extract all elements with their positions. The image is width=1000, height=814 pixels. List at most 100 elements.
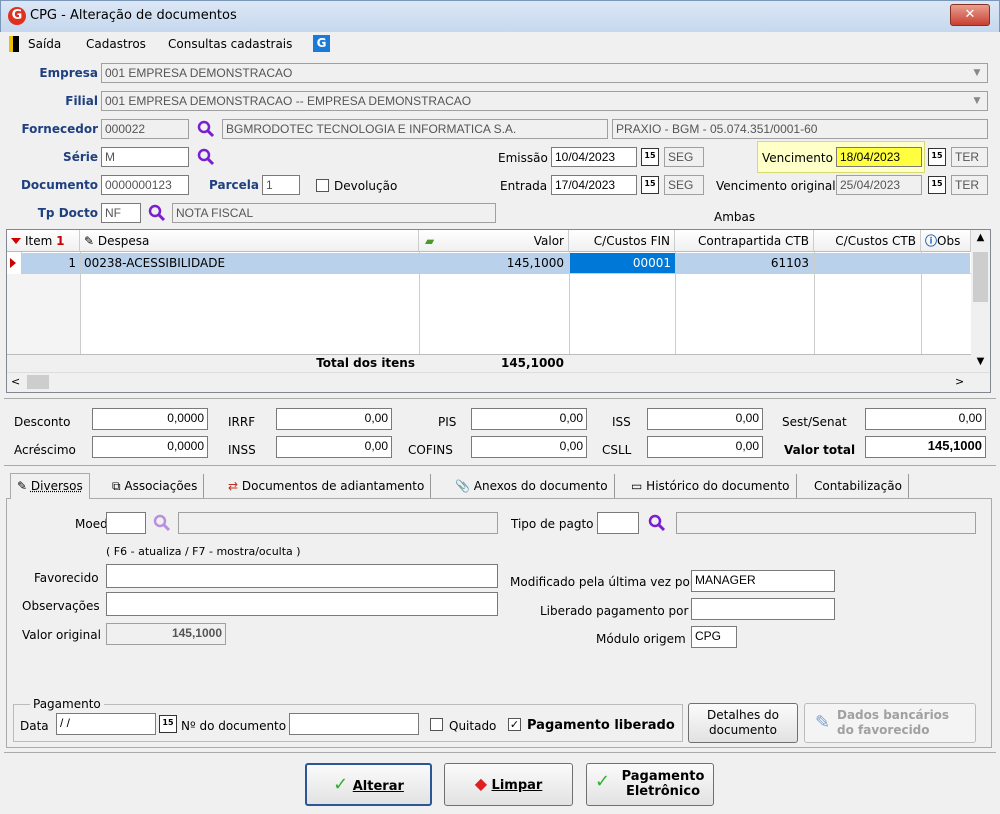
doctype-search-icon[interactable]	[148, 204, 166, 222]
electronic-payment-button[interactable]: ✓ Pagamento Eletrônico	[586, 763, 714, 806]
grid-line	[814, 252, 815, 354]
horizontal-scrollbar[interactable]	[7, 372, 990, 392]
installment-label: Parcela	[209, 178, 259, 192]
scroll-up-icon[interactable]: ▲	[971, 232, 990, 243]
tab-associations[interactable]: ⧉ Associações	[106, 474, 205, 498]
menu-registers[interactable]: Cadastros	[86, 37, 146, 51]
currency-input[interactable]	[106, 512, 146, 534]
released-label: Pagamento liberado	[527, 718, 675, 733]
pis-label: PIS	[438, 415, 457, 429]
vertical-scroll-thumb[interactable]	[973, 252, 988, 302]
company-select[interactable]: 001 EMPRESA DEMONSTRACAO	[101, 63, 988, 83]
col-ccctb-header[interactable]: C/Custos CTB	[814, 230, 921, 252]
check-icon: ✓	[595, 771, 611, 792]
due-date-input[interactable]: 18/04/2023	[836, 147, 922, 167]
issue-date-input[interactable]: 10/04/2023	[551, 147, 637, 167]
scroll-left-icon[interactable]: <	[11, 375, 20, 388]
irrf-label: IRRF	[228, 415, 256, 429]
addition-input[interactable]: 0,0000	[92, 436, 208, 458]
payment-type-label: Tipo de pagto	[511, 517, 594, 531]
csll-label: CSLL	[602, 443, 632, 457]
scroll-down-icon[interactable]: ▼	[971, 356, 990, 367]
payment-calendar-icon[interactable]: 15	[159, 715, 177, 733]
cell-item[interactable]: 1	[21, 256, 76, 270]
entry-calendar-icon[interactable]: 15	[641, 176, 659, 194]
document-input[interactable]: 0000000123	[101, 175, 189, 195]
menu-exit[interactable]: Saída	[28, 37, 61, 51]
company-chevron-down-icon[interactable]: ▼	[969, 64, 985, 82]
payment-type-search-icon[interactable]	[648, 514, 666, 532]
window-title: CPG - Alteração de documentos	[30, 8, 237, 23]
grid-row-line	[21, 273, 971, 274]
docnum-label: Nº do documento	[181, 719, 287, 733]
payment-type-input[interactable]	[597, 512, 639, 534]
paid-checkbox[interactable]	[430, 718, 443, 731]
cell-ccfin[interactable]: 00001	[569, 253, 675, 273]
notes-input[interactable]	[106, 592, 498, 616]
tab-accounting[interactable]: Contabilização	[808, 474, 909, 498]
tab-history[interactable]: ▭ Histórico do documento	[625, 474, 797, 498]
pis-input[interactable]: 0,00	[471, 408, 587, 430]
orig-due-label: Vencimento original	[716, 179, 836, 193]
supplier-code-input[interactable]: 000022	[101, 119, 189, 139]
inss-input[interactable]: 0,00	[276, 436, 392, 458]
tab-advance-documents[interactable]: ⇄ Documentos de adiantamento	[222, 474, 432, 498]
bottom-separator	[4, 752, 996, 753]
doctype-input[interactable]: NF	[101, 203, 141, 223]
branch-select[interactable]: 001 EMPRESA DEMONSTRACAO -- EMPRESA DEMO…	[101, 91, 988, 111]
due-calendar-icon[interactable]: 15	[928, 148, 946, 166]
payment-date-input[interactable]: / /	[56, 713, 156, 735]
currency-search-icon[interactable]	[153, 514, 171, 532]
pencil-icon: ✎	[17, 479, 28, 493]
entry-date-input[interactable]: 17/04/2023	[551, 175, 637, 195]
due-label: Vencimento	[762, 151, 833, 165]
col-ctb-header[interactable]: Contrapartida CTB	[675, 230, 814, 252]
items-grid[interactable]: Item 1 ✎ Despesa ▰ Valor C/Custos FIN Con…	[6, 229, 991, 393]
tab-attachments-label: Anexos do documento	[473, 479, 608, 493]
document-details-button[interactable]: Detalhes do documento	[688, 703, 798, 743]
series-input[interactable]: M	[101, 147, 189, 167]
supplier-search-icon[interactable]	[197, 120, 215, 138]
currency-name-field	[178, 512, 498, 534]
col-expense-header[interactable]: ✎ Despesa	[80, 230, 419, 252]
inss-label: INSS	[228, 443, 256, 457]
series-search-icon[interactable]	[197, 148, 215, 166]
cell-ctb[interactable]: 61103	[675, 256, 809, 270]
iss-input[interactable]: 0,00	[647, 408, 763, 430]
clear-button[interactable]: ◆ Limpar	[444, 763, 573, 806]
col-expense-label: Despesa	[97, 234, 150, 248]
horizontal-scroll-thumb[interactable]	[27, 375, 49, 389]
tab-attachments[interactable]: 📎 Anexos do documento	[449, 474, 615, 498]
orig-due-calendar-icon[interactable]: 15	[928, 176, 946, 194]
col-value-header[interactable]: ▰ Valor	[419, 230, 569, 252]
tab-associations-label: Associações	[124, 479, 198, 493]
branch-chevron-down-icon[interactable]: ▼	[969, 92, 985, 110]
discount-input[interactable]: 0,0000	[92, 408, 208, 430]
supplier-name-field: BGMRODOTEC TECNOLOGIA E INFORMATICA S.A.	[222, 119, 608, 139]
cell-expense[interactable]: 00238-ACESSIBILIDADE	[84, 256, 225, 270]
menu-queries[interactable]: Consultas cadastrais	[168, 37, 292, 51]
return-checkbox[interactable]	[316, 179, 329, 192]
installment-input[interactable]: 1	[262, 175, 300, 195]
issue-calendar-icon[interactable]: 15	[641, 148, 659, 166]
close-button[interactable]: ✕	[950, 4, 990, 26]
iss-label: ISS	[612, 415, 631, 429]
col-obs-header[interactable]: ⓘObs	[921, 230, 971, 252]
scroll-right-icon[interactable]: >	[955, 375, 964, 388]
payee-input[interactable]	[106, 564, 498, 588]
exit-icon	[9, 36, 19, 52]
sest-input[interactable]: 0,00	[865, 408, 986, 430]
logo-menu-icon[interactable]: G	[313, 35, 330, 52]
cell-value[interactable]: 145,1000	[419, 256, 564, 270]
tab-diversos[interactable]: ✎ Diversos	[10, 473, 90, 499]
both-label: Ambas	[714, 210, 756, 224]
cofins-input[interactable]: 0,00	[471, 436, 587, 458]
tab-history-label: Histórico do documento	[646, 479, 790, 493]
csll-input[interactable]: 0,00	[647, 436, 763, 458]
edit-button[interactable]: ✓ Alterar	[305, 763, 432, 806]
docnum-input[interactable]	[289, 713, 419, 735]
released-checkbox[interactable]: ✓	[508, 718, 521, 731]
irrf-input[interactable]: 0,00	[276, 408, 392, 430]
tab-advance-documents-label: Documentos de adiantamento	[241, 479, 425, 493]
col-ccfin-header[interactable]: C/Custos FIN	[569, 230, 675, 252]
